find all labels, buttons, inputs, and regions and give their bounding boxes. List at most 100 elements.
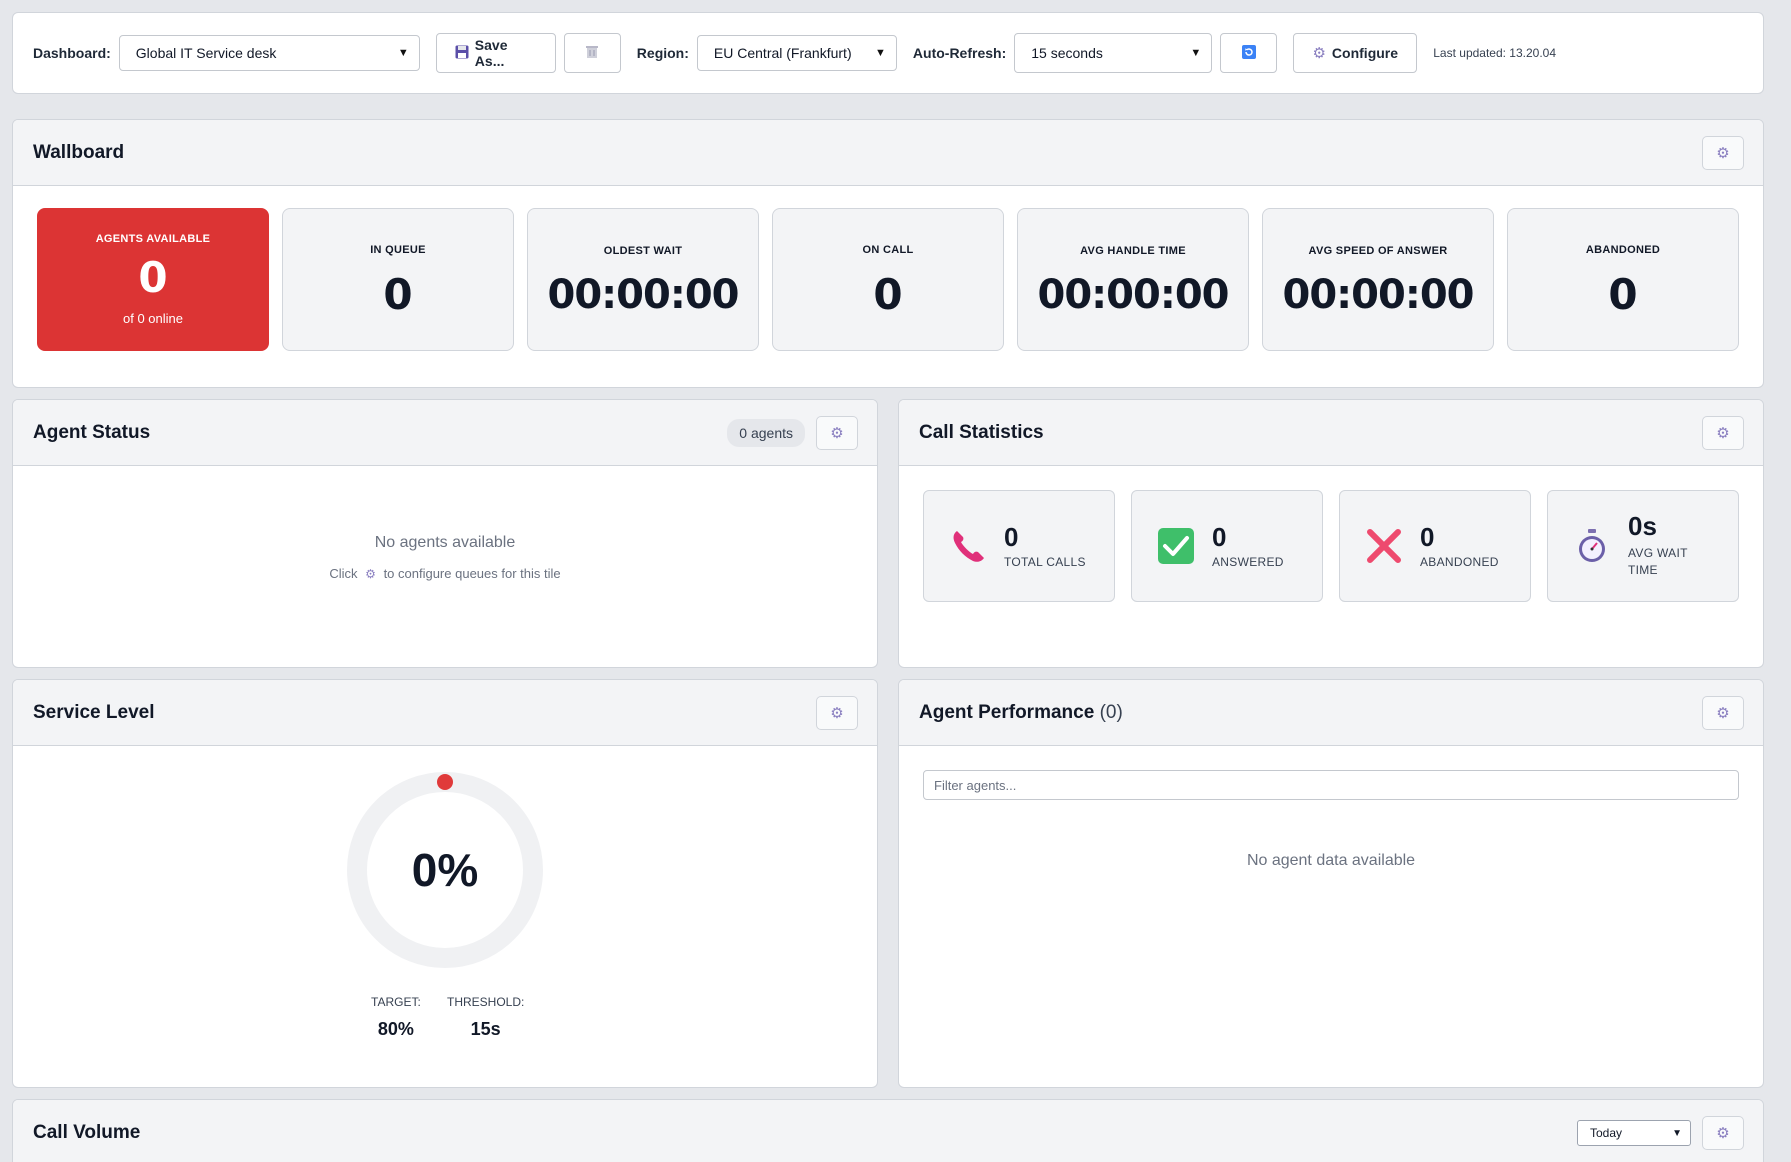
stat-label: AGENTS AVAILABLE (95, 233, 211, 245)
region-label: Region: (636, 45, 689, 61)
call-statistics-panel: Call Statistics ⚙ 0 TOTAL CALLS 0 ANSWER… (898, 399, 1764, 668)
region-select-value: EU Central (Frankfurt) (713, 45, 852, 61)
stat-label: OLDEST WAIT (603, 244, 683, 257)
call-volume-settings-button[interactable]: ⚙ (1702, 1116, 1744, 1150)
target-value: 80% (377, 1019, 414, 1039)
threshold-label: THRESHOLD: (447, 995, 525, 1009)
abandoned-tile: ABANDONED 0 (1507, 208, 1739, 351)
stat-value: 00:00:00 (547, 271, 740, 318)
service-level-gauge: 0% (345, 770, 545, 970)
call-volume-panel: Call Volume Today ▼ ⚙ (12, 1099, 1764, 1162)
stat-label: AVG SPEED OF ANSWER (1308, 244, 1448, 257)
agent-performance-title-text: Agent Performance (919, 701, 1095, 723)
hint-text-post: to configure queues for this tile (383, 566, 561, 581)
filter-agents-input[interactable]: Filter agents... (923, 770, 1739, 800)
stopwatch-icon (1572, 526, 1612, 566)
answered-card: 0 ANSWERED (1131, 490, 1323, 602)
chevron-down-icon: ▼ (1190, 47, 1202, 59)
stat-label: ABANDONED (1585, 243, 1661, 256)
floppy-disk-icon (455, 45, 469, 62)
target-meta: TARGET: 80% (371, 995, 421, 1040)
autorefresh-label: Auto-Refresh: (912, 45, 1007, 61)
stat-label: ANSWERED (1212, 555, 1284, 570)
range-select-value: Today (1590, 1126, 1623, 1140)
stat-label: IN QUEUE (370, 243, 426, 256)
gear-icon: ⚙ (1716, 424, 1730, 442)
gear-icon: ⚙ (1716, 144, 1730, 162)
call-volume-range-select[interactable]: Today ▼ (1577, 1120, 1691, 1146)
cross-icon (1364, 526, 1404, 566)
save-as-label: Save As... (474, 37, 508, 69)
call-volume-header: Call Volume Today ▼ ⚙ (13, 1100, 1763, 1162)
agent-performance-header: Agent Performance (0) ⚙ (899, 680, 1763, 746)
gear-icon: ⚙ (1716, 1124, 1730, 1142)
avg-wait-time-card: 0s AVG WAIT TIME (1547, 490, 1739, 602)
save-as-button[interactable]: Save As... (435, 33, 556, 73)
gear-icon: ⚙ (830, 704, 844, 722)
agent-status-header: Agent Status 0 agents ⚙ (13, 400, 877, 466)
stat-label: TOTAL CALLS (1004, 555, 1086, 570)
agent-performance-settings-button[interactable]: ⚙ (1702, 696, 1744, 730)
dashboard-toolbar: Dashboard: Global IT Service desk ▼ Save… (12, 12, 1764, 94)
total-calls-card: 0 TOTAL CALLS (923, 490, 1115, 602)
stat-value: 00:00:00 (1037, 271, 1230, 318)
hint-text-pre: Click (329, 566, 358, 581)
autorefresh-select-value: 15 seconds (1031, 45, 1103, 61)
agents-available-tile: AGENTS AVAILABLE 0 of 0 online (37, 208, 269, 351)
wallboard-title: Wallboard (33, 141, 125, 163)
stat-value: 0 (1004, 521, 1019, 552)
dashboard-label: Dashboard: (33, 45, 111, 61)
configure-button[interactable]: ⚙ Configure (1293, 33, 1418, 73)
refresh-button[interactable] (1220, 33, 1278, 73)
chevron-down-icon: ▼ (875, 47, 886, 59)
agent-performance-empty: No agent data available (1246, 852, 1416, 869)
abandoned-card: 0 ABANDONED (1339, 490, 1531, 602)
refresh-icon (1241, 44, 1256, 62)
agent-status-empty-hint: Click ⚙ to configure queues for this til… (13, 566, 877, 581)
dashboard-select[interactable]: Global IT Service desk ▼ (118, 35, 420, 71)
call-statistics-header: Call Statistics ⚙ (899, 400, 1763, 466)
agent-status-settings-button[interactable]: ⚙ (816, 416, 858, 450)
gear-icon: ⚙ (365, 567, 376, 581)
stat-subtext: of 0 online (123, 311, 183, 326)
dashboard-select-value: Global IT Service desk (135, 45, 277, 61)
stat-value: 0 (1608, 269, 1638, 319)
stat-label: ABANDONED (1420, 555, 1499, 570)
call-statistics-settings-button[interactable]: ⚙ (1702, 416, 1744, 450)
phone-icon (948, 526, 988, 566)
stat-label: AVG WAIT TIME (1628, 545, 1688, 578)
oldest-wait-tile: OLDEST WAIT 00:00:00 (527, 208, 759, 351)
region-select[interactable]: EU Central (Frankfurt) ▼ (696, 35, 897, 71)
stat-value: 0 (1420, 521, 1435, 552)
agent-status-empty-title: No agents available (374, 534, 516, 551)
stat-value: 0 (383, 269, 413, 319)
call-volume-title: Call Volume (33, 1122, 141, 1143)
autorefresh-select[interactable]: 15 seconds ▼ (1014, 33, 1213, 73)
target-label: TARGET: (371, 995, 421, 1009)
avg-handle-time-tile: AVG HANDLE TIME 00:00:00 (1017, 208, 1249, 351)
wallboard-header: Wallboard ⚙ (13, 120, 1763, 186)
agent-performance-count: (0) (1099, 701, 1123, 723)
call-statistics-row: 0 TOTAL CALLS 0 ANSWERED 0 ABANDONED 0s … (899, 466, 1763, 602)
service-level-title: Service Level (33, 701, 155, 723)
wallboard-settings-button[interactable]: ⚙ (1702, 136, 1744, 170)
stat-value: 0 (138, 253, 168, 302)
last-updated-text: Last updated: 13.20.04 (1433, 46, 1557, 60)
delete-button[interactable] (563, 33, 621, 73)
in-queue-tile: IN QUEUE 0 (282, 208, 514, 351)
stat-label: AVG HANDLE TIME (1080, 244, 1186, 257)
gear-icon: ⚙ (830, 424, 844, 442)
trash-icon (585, 44, 599, 62)
agent-performance-title: Agent Performance (0) (919, 702, 1123, 724)
wallboard-stats: AGENTS AVAILABLE 0 of 0 online IN QUEUE … (13, 186, 1763, 351)
stat-value: 00:00:00 (1282, 271, 1475, 318)
service-level-percent: 0% (411, 844, 479, 896)
service-level-settings-button[interactable]: ⚙ (816, 696, 858, 730)
avg-speed-of-answer-tile: AVG SPEED OF ANSWER 00:00:00 (1262, 208, 1494, 351)
threshold-meta: THRESHOLD: 15s (447, 995, 524, 1040)
service-level-panel: Service Level ⚙ 0% TARGET: 80% THRESHOLD… (12, 679, 878, 1088)
stat-value: 0 (1212, 521, 1227, 552)
agent-status-title: Agent Status (33, 421, 151, 443)
filter-agents-placeholder: Filter agents... (934, 777, 1017, 793)
stat-label: ON CALL (862, 243, 914, 256)
